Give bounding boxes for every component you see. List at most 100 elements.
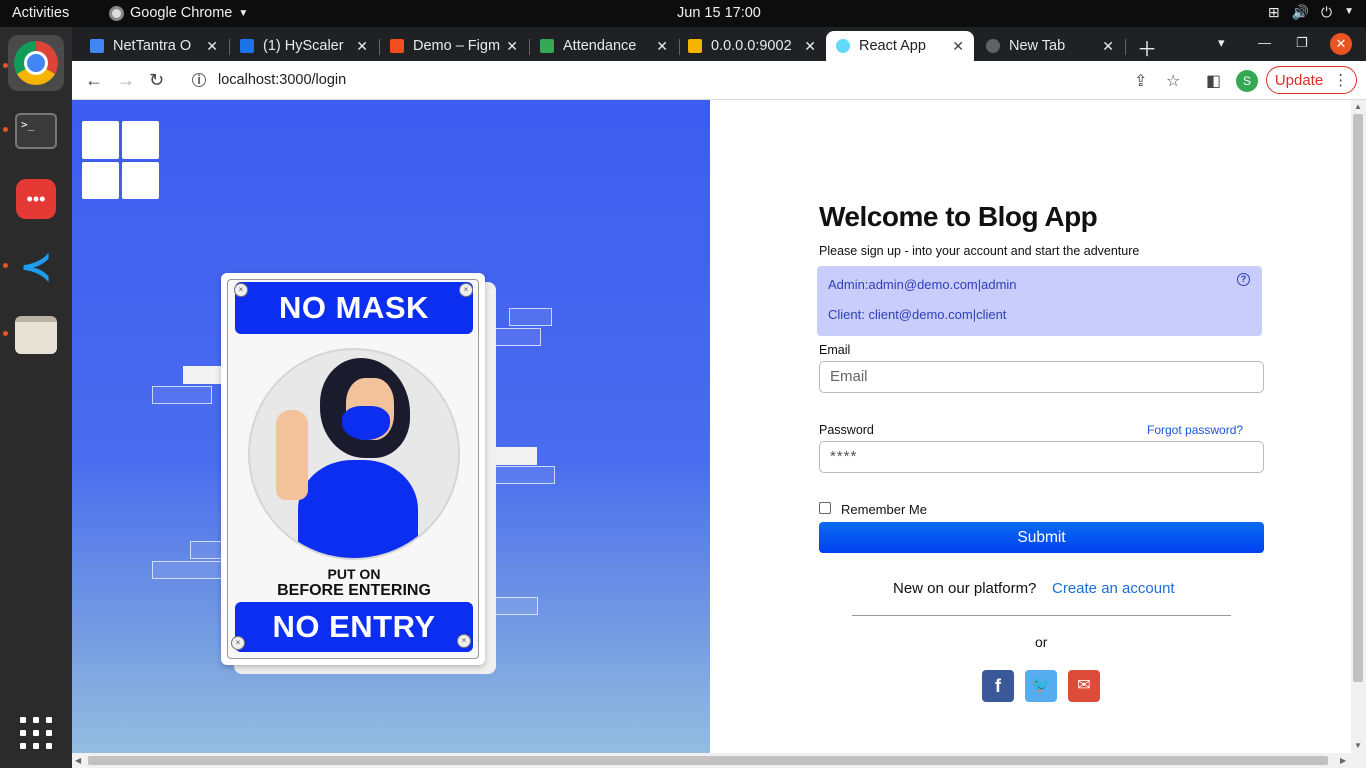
caret-down-icon: ▼ — [1344, 6, 1354, 17]
tab-figma[interactable]: Demo – Figm ✕ — [380, 31, 528, 61]
tab-new-tab[interactable]: New Tab ✕ — [976, 31, 1124, 61]
server-icon — [688, 39, 702, 53]
update-button[interactable]: Update ⋮ — [1266, 66, 1357, 94]
raised-hand-shape — [276, 410, 308, 500]
back-icon[interactable]: ← — [85, 70, 103, 91]
tab-nettantra[interactable]: NetTantra O ✕ — [80, 31, 228, 61]
email-field[interactable]: Email — [819, 361, 1264, 393]
screw-icon: × — [459, 283, 473, 297]
dock-chat-app[interactable]: ••• — [8, 171, 64, 227]
star-icon[interactable]: ☆ — [1166, 71, 1180, 91]
tab-attendance[interactable]: Attendance ✕ — [530, 31, 678, 61]
close-icon[interactable]: ✕ — [506, 38, 518, 55]
scroll-up-icon[interactable]: ▲ — [1354, 102, 1362, 111]
forgot-password-link[interactable]: Forgot password? — [1147, 423, 1243, 437]
dock-files[interactable] — [8, 307, 64, 363]
facebook-icon: f — [995, 676, 1001, 696]
app-menu[interactable]: Google Chrome ▼ — [109, 5, 248, 21]
activities-button[interactable]: Activities — [12, 5, 69, 21]
chrome-icon — [109, 5, 124, 21]
url-text: localhost:3000/login — [218, 72, 347, 88]
tab-search-icon[interactable]: ▾ — [1218, 35, 1225, 51]
scrollbar-thumb[interactable] — [1353, 114, 1363, 682]
decor-brick — [493, 447, 537, 465]
dock-terminal[interactable]: >_ — [8, 103, 64, 159]
scroll-right-icon[interactable]: ▶ — [1340, 756, 1346, 765]
chrome-icon — [14, 41, 58, 85]
app-logo[interactable] — [82, 121, 160, 199]
reload-icon[interactable]: ↻ — [149, 70, 164, 91]
page-title: Welcome to Blog App — [819, 201, 1098, 232]
side-panel-icon[interactable]: ◧ — [1206, 71, 1221, 91]
clock[interactable]: Jun 15 17:00 — [677, 5, 761, 21]
submit-button[interactable]: Submit — [819, 522, 1264, 553]
react-icon — [836, 39, 850, 53]
sign-board: NO MASK PUT ON BEFORE ENTERING NO ENTRY — [227, 279, 479, 659]
window-close-button[interactable]: ✕ — [1330, 33, 1352, 55]
tab-local-9002[interactable]: 0.0.0.0:9002 ✕ — [678, 31, 826, 61]
or-separator: or — [1035, 634, 1048, 650]
vertical-scrollbar[interactable]: ▲ ▼ — [1351, 100, 1366, 753]
system-tray[interactable]: ⊞ 🔊 ⏻ ▼ — [1268, 4, 1354, 21]
help-icon[interactable]: ? — [1237, 273, 1250, 286]
sign-put-on: PUT ON — [327, 566, 381, 582]
caret-down-icon: ▼ — [238, 7, 249, 19]
share-icon[interactable]: ⇪ — [1134, 71, 1147, 91]
password-field[interactable]: **** — [819, 441, 1264, 473]
maximize-icon[interactable]: ❐ — [1296, 35, 1308, 51]
horizontal-scrollbar[interactable]: ◀ ▶ — [72, 753, 1366, 768]
close-icon[interactable]: ✕ — [356, 38, 368, 55]
tab-react-app[interactable]: React App ✕ — [826, 31, 974, 61]
remember-me-label[interactable]: Remember Me — [841, 502, 927, 517]
password-value: **** — [830, 448, 858, 465]
system-top-bar: Activities Google Chrome ▼ Jun 15 17:00 … — [0, 0, 1366, 27]
close-icon[interactable]: ✕ — [206, 38, 218, 55]
close-icon[interactable]: ✕ — [804, 38, 816, 55]
tab-hyscaler[interactable]: (1) HyScaler ✕ — [230, 31, 378, 61]
scroll-left-icon[interactable]: ◀ — [75, 756, 81, 765]
new-tab-button[interactable]: ＋ — [1137, 33, 1157, 62]
scrollbar-thumb[interactable] — [88, 756, 1328, 765]
dock-chrome[interactable] — [8, 35, 64, 91]
twitter-login-button[interactable]: 🐦 — [1025, 670, 1057, 702]
scroll-down-icon[interactable]: ▼ — [1354, 741, 1362, 750]
create-account-link[interactable]: Create an account — [1052, 580, 1175, 597]
decor-brick — [493, 466, 555, 484]
more-icon: ⋮ — [1333, 72, 1349, 89]
dock-vscode[interactable]: ≺ — [8, 239, 64, 295]
sign-top-banner: NO MASK — [235, 282, 473, 334]
address-bar[interactable]: i localhost:3000/login — [180, 65, 1260, 95]
figma-icon — [390, 39, 404, 53]
vscode-icon: ≺ — [19, 245, 53, 289]
mail-icon: ✉ — [1077, 677, 1091, 694]
tab-title: React App — [859, 38, 926, 54]
new-on-platform-text: New on our platform? — [893, 580, 1037, 597]
password-label: Password — [819, 423, 874, 437]
terminal-icon: >_ — [15, 113, 57, 149]
screw-icon: × — [234, 283, 248, 297]
demo-credentials-alert: Admin:admin@demo.com|admin Client: clien… — [817, 266, 1262, 336]
facebook-login-button[interactable]: f — [982, 670, 1014, 702]
remember-me-checkbox[interactable] — [819, 502, 831, 514]
decor-brick — [509, 308, 552, 326]
divider — [852, 615, 1231, 616]
chat-icon: ••• — [16, 179, 56, 219]
profile-avatar[interactable]: S — [1236, 70, 1258, 92]
browser-toolbar: ← → ↻ i localhost:3000/login ⇪ ☆ ◧ S Upd… — [72, 61, 1366, 100]
email-login-button[interactable]: ✉ — [1068, 670, 1100, 702]
close-icon[interactable]: ✕ — [1102, 38, 1114, 55]
network-icon: ⊞ — [1267, 4, 1280, 20]
twitter-icon: 🐦 — [1031, 677, 1051, 694]
email-label: Email — [819, 343, 851, 357]
close-icon[interactable]: ✕ — [952, 38, 964, 55]
decor-brick — [183, 366, 223, 384]
close-icon[interactable]: ✕ — [656, 38, 668, 55]
minimize-icon[interactable]: — — [1258, 35, 1271, 50]
update-label: Update — [1274, 71, 1324, 89]
tab-title: Attendance — [563, 38, 637, 54]
dock: >_ ••• ≺ — [0, 27, 72, 768]
forward-icon[interactable]: → — [117, 70, 135, 91]
body-shape — [298, 460, 418, 558]
show-apps-icon[interactable] — [20, 717, 52, 749]
info-icon[interactable]: i — [192, 73, 206, 87]
